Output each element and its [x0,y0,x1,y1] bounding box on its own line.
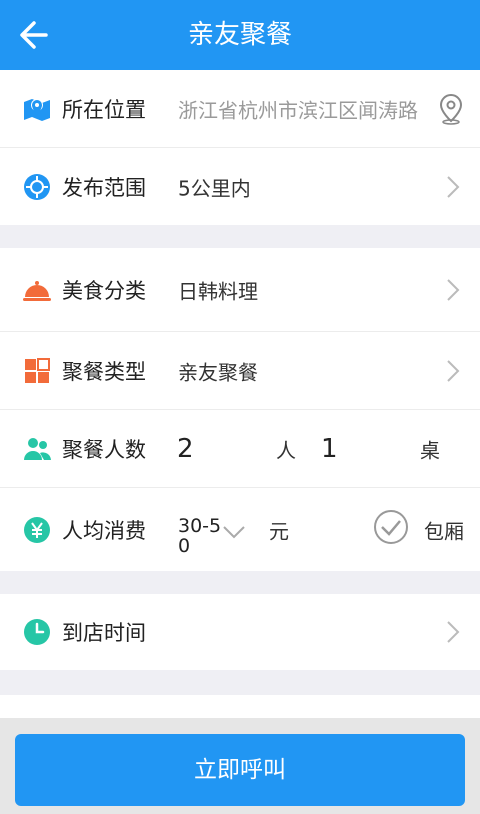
location-value: 浙江省杭州市滨江区闻涛路 [178,98,418,122]
location-row[interactable]: 所在位置 浙江省杭州市滨江区闻涛路 [0,70,480,148]
chevron-right-icon [447,359,460,382]
arrival-section: 到店时间 [0,594,480,670]
food-cloche-icon [23,280,51,301]
party-size-label: 聚餐人数 [62,437,146,462]
people-count-input[interactable]: 2 [177,434,194,464]
target-icon [24,173,50,200]
chevron-right-icon [447,278,460,301]
arrival-time-label: 到店时间 [62,621,146,645]
party-type-value: 亲友聚餐 [178,360,258,384]
budget-select[interactable]: 30-50 [178,516,224,556]
arrival-time-row[interactable]: 到店时间 [0,594,480,670]
budget-row: 人均消费 30-50 元 包厢 [0,488,480,571]
empty-row [0,695,480,718]
map-pin-icon [24,98,50,121]
table-count-input[interactable]: 1 [321,434,338,464]
range-value: 5公里内 [178,176,251,200]
top-bar: 亲友聚餐 [0,0,480,70]
yuan-icon [24,516,50,543]
clock-icon [24,619,50,645]
chevron-right-icon [447,621,460,643]
cuisine-label: 美食分类 [62,278,146,303]
chevron-down-icon[interactable] [222,524,246,540]
cuisine-value: 日韩料理 [178,279,258,303]
details-section: 美食分类 日韩料理 聚餐类型 亲友聚餐 聚餐人数 2 人 1 桌 人均消费 30… [0,248,480,571]
budget-label: 人均消费 [62,518,146,543]
grid-category-icon [25,357,50,383]
private-room-label: 包厢 [424,519,464,543]
private-room-checkbox-icon[interactable] [373,509,409,545]
people-icon [24,437,51,460]
range-label: 发布范围 [62,175,146,200]
location-section: 所在位置 浙江省杭州市滨江区闻涛路 发布范围 5公里内 [0,70,480,225]
cuisine-row[interactable]: 美食分类 日韩料理 [0,248,480,332]
table-unit: 桌 [420,438,440,462]
page-title: 亲友聚餐 [187,20,292,50]
party-type-label: 聚餐类型 [62,359,146,384]
locate-pin-icon[interactable] [438,93,464,125]
range-row[interactable]: 发布范围 5公里内 [0,148,480,225]
party-type-row[interactable]: 聚餐类型 亲友聚餐 [0,332,480,410]
people-unit: 人 [276,438,296,462]
location-label: 所在位置 [62,97,146,122]
chevron-right-icon [447,175,460,198]
call-now-button[interactable]: 立即呼叫 [15,734,465,806]
budget-unit: 元 [269,519,289,543]
party-size-row: 聚餐人数 2 人 1 桌 [0,410,480,488]
